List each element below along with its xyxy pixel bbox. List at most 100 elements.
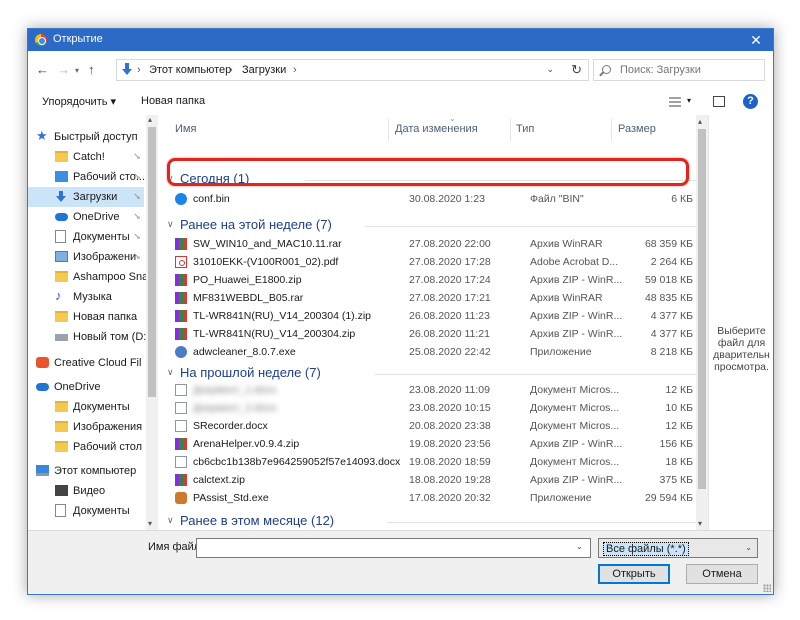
sidebar-item-label: Этот компьютер [54, 465, 137, 477]
file-date: 30.08.2020 1:23 [409, 193, 485, 205]
scroll-down-icon[interactable]: ▾ [148, 519, 152, 528]
sidebar-item[interactable]: Ashampoo Snap [28, 267, 154, 287]
scroll-down-icon[interactable]: ▾ [698, 519, 702, 528]
file-row[interactable]: PAssist_Std.exe 17.08.2020 20:32 Приложени… [175, 490, 693, 506]
star-icon: ★ [36, 128, 48, 143]
sidebar-item[interactable]: Изображени ⊸ [28, 247, 144, 267]
sidebar-item[interactable]: Новый том (D:) [28, 327, 150, 347]
column-header-type[interactable]: Тип [516, 123, 534, 135]
file-row[interactable]: conf.bin 30.08.2020 1:23 Файл "BIN" 6 КБ [175, 191, 693, 207]
sidebar-item[interactable]: OneDrive [28, 377, 144, 397]
forward-arrow-icon[interactable]: → [57, 62, 70, 77]
column-header-size[interactable]: Размер [618, 123, 656, 135]
sidebar-item[interactable]: OneDrive ⊸ [28, 207, 144, 227]
sidebar-item[interactable]: Creative Cloud Fil [28, 353, 144, 373]
file-type-filter[interactable]: Все файлы (*.*) ⌄ [598, 538, 758, 558]
scrollbar-thumb[interactable] [698, 129, 706, 489]
group-header[interactable]: ∨ На прошлой неделе (7) [165, 365, 705, 383]
file-row[interactable]: TL-WR841N(RU)_V14_200304.zip 26.08.2020 1… [175, 326, 693, 342]
open-button[interactable]: Открыть [598, 564, 670, 584]
file-name: MF831WEBDL_B05.rar [193, 292, 304, 304]
group-header[interactable]: ∨ Ранее в этом месяце (12) [165, 513, 705, 530]
file-row[interactable]: 31010EKK-(V100R001_02).pdf 27.08.2020 17:… [175, 254, 693, 270]
back-arrow-icon[interactable]: ← [36, 62, 49, 77]
sidebar-item-label: Новая папка [73, 311, 138, 323]
sidebar-item[interactable]: Изображения [28, 417, 144, 437]
breadcrumb-separator[interactable]: › [293, 64, 297, 76]
sidebar-item[interactable]: Новая папка [28, 307, 144, 327]
file-type: Документ Micros... [530, 456, 620, 468]
breadcrumb-separator[interactable]: › [137, 64, 141, 76]
file-row[interactable]: Документ_2.docx 23.08.2020 10:15 Документ … [175, 400, 693, 416]
file-type: Архив WinRAR [530, 238, 603, 250]
column-divider[interactable] [388, 119, 389, 141]
breadcrumb-this-pc[interactable]: Этот компьютер [149, 64, 231, 76]
sidebar-item[interactable]: ♪ Музыка [28, 287, 144, 307]
file-name: 31010EKK-(V100R001_02).pdf [193, 256, 339, 268]
column-header-name[interactable]: Имя [175, 123, 196, 135]
group-header[interactable]: ∨ Сегодня (1) [165, 171, 705, 189]
sidebar-item[interactable]: Загрузки ⊸ [28, 187, 144, 207]
collapse-chevron-icon[interactable]: ∨ [167, 219, 174, 230]
sidebar-item[interactable]: Рабочий сто... ⊸ [28, 167, 145, 187]
file-type: Документ Micros... [530, 420, 620, 432]
breadcrumb-separator[interactable]: › [229, 64, 233, 76]
sidebar-item[interactable]: ★ Быстрый доступ [28, 127, 144, 147]
collapse-chevron-icon[interactable]: ∨ [167, 367, 174, 378]
file-row[interactable]: calctext.zip 18.08.2020 19:28 Архив ZIP - … [175, 472, 693, 488]
file-row[interactable]: SRecorder.docx 20.08.2020 23:38 Документ M… [175, 418, 693, 434]
file-row[interactable]: PO_Huawei_E1800.zip 27.08.2020 17:24 Архив… [175, 272, 693, 288]
help-icon[interactable]: ? [743, 94, 758, 109]
file-row[interactable]: adwcleaner_8.0.7.exe 25.08.2020 22:42 Прил… [175, 344, 693, 360]
file-name: PAssist_Std.exe [193, 492, 269, 504]
file-type: Adobe Acrobat D... [530, 256, 619, 268]
sidebar-item[interactable]: Catch! ⊸ [28, 147, 144, 167]
breadcrumb-downloads[interactable]: Загрузки [242, 64, 286, 76]
video-icon [55, 485, 68, 496]
scrollbar-thumb[interactable] [148, 127, 156, 397]
collapse-chevron-icon[interactable]: ∨ [167, 515, 174, 526]
sidebar-item[interactable]: Этот компьютер [28, 461, 144, 481]
file-row[interactable]: MF831WEBDL_B05.rar 27.08.2020 17:21 Архив … [175, 290, 693, 306]
column-divider[interactable] [611, 119, 612, 141]
sidebar-item[interactable]: Документы ⊸ [28, 227, 144, 247]
group-header[interactable]: ∨ Ранее на этой неделе (7) [165, 217, 705, 235]
address-bar[interactable]: › Этот компьютер › Загрузки › ⌄ ↻ [116, 59, 589, 81]
filename-input[interactable] [196, 538, 591, 558]
file-row[interactable]: TL-WR841N(RU)_V14_200304 (1).zip 26.08.20… [175, 308, 693, 324]
view-dropdown-icon[interactable]: ▾ [687, 96, 691, 105]
search-box[interactable] [593, 59, 765, 81]
new-folder-button[interactable]: Новая папка [141, 95, 205, 107]
refresh-icon[interactable]: ↻ [571, 62, 582, 78]
title-bar: Открытие ✕ [28, 29, 773, 51]
filename-dropdown-icon[interactable]: ⌄ [576, 542, 583, 551]
cancel-button[interactable]: Отмена [686, 564, 758, 584]
navigation-scrollbar[interactable]: ▴ ▾ [146, 115, 158, 530]
file-row[interactable]: Документ_1.docx 23.08.2020 11:09 Документ … [175, 382, 693, 398]
up-arrow-icon[interactable]: ↑ [88, 62, 95, 77]
close-button[interactable]: ✕ [739, 29, 773, 51]
organize-button[interactable]: Упорядочить ▾ [42, 95, 116, 108]
view-options-icon[interactable] [669, 97, 681, 107]
file-row[interactable]: ArenaHelper.v0.9.4.zip 19.08.2020 23:56 Ар… [175, 436, 693, 452]
collapse-chevron-icon[interactable]: ∨ [167, 173, 174, 184]
sidebar-item[interactable]: Документы [28, 501, 144, 521]
sidebar-item[interactable]: Документы [28, 397, 144, 417]
dialog-footer: Имя файла: ⌄ Все файлы (*.*) ⌄ Открыть О… [28, 530, 773, 594]
search-input[interactable] [620, 63, 760, 77]
sidebar-item[interactable]: Видео [28, 481, 144, 501]
scroll-up-icon[interactable]: ▴ [698, 117, 702, 126]
resize-grip-icon[interactable] [763, 584, 771, 592]
sidebar-item[interactable]: Рабочий стол [28, 437, 144, 457]
file-row[interactable]: cb6cbc1b138b7e964259052f57e14093.docx 19.… [175, 454, 693, 470]
recent-locations-chevron-icon[interactable]: ▾ [75, 66, 79, 75]
column-divider[interactable] [510, 119, 511, 141]
address-dropdown-icon[interactable]: ⌄ [546, 64, 554, 75]
file-row[interactable]: SW_WIN10_and_MAC10.11.rar 27.08.2020 22:0… [175, 236, 693, 252]
scroll-up-icon[interactable]: ▴ [148, 115, 152, 124]
filter-dropdown-icon[interactable]: ⌄ [745, 543, 752, 552]
file-list-scrollbar[interactable]: ▴ ▾ [696, 115, 708, 530]
column-header-date[interactable]: Дата изменения [395, 123, 478, 135]
file-list: ⌄ Имя Дата изменения Тип Размер ∨ Сегодня… [159, 115, 708, 530]
preview-pane-icon[interactable] [713, 96, 725, 107]
